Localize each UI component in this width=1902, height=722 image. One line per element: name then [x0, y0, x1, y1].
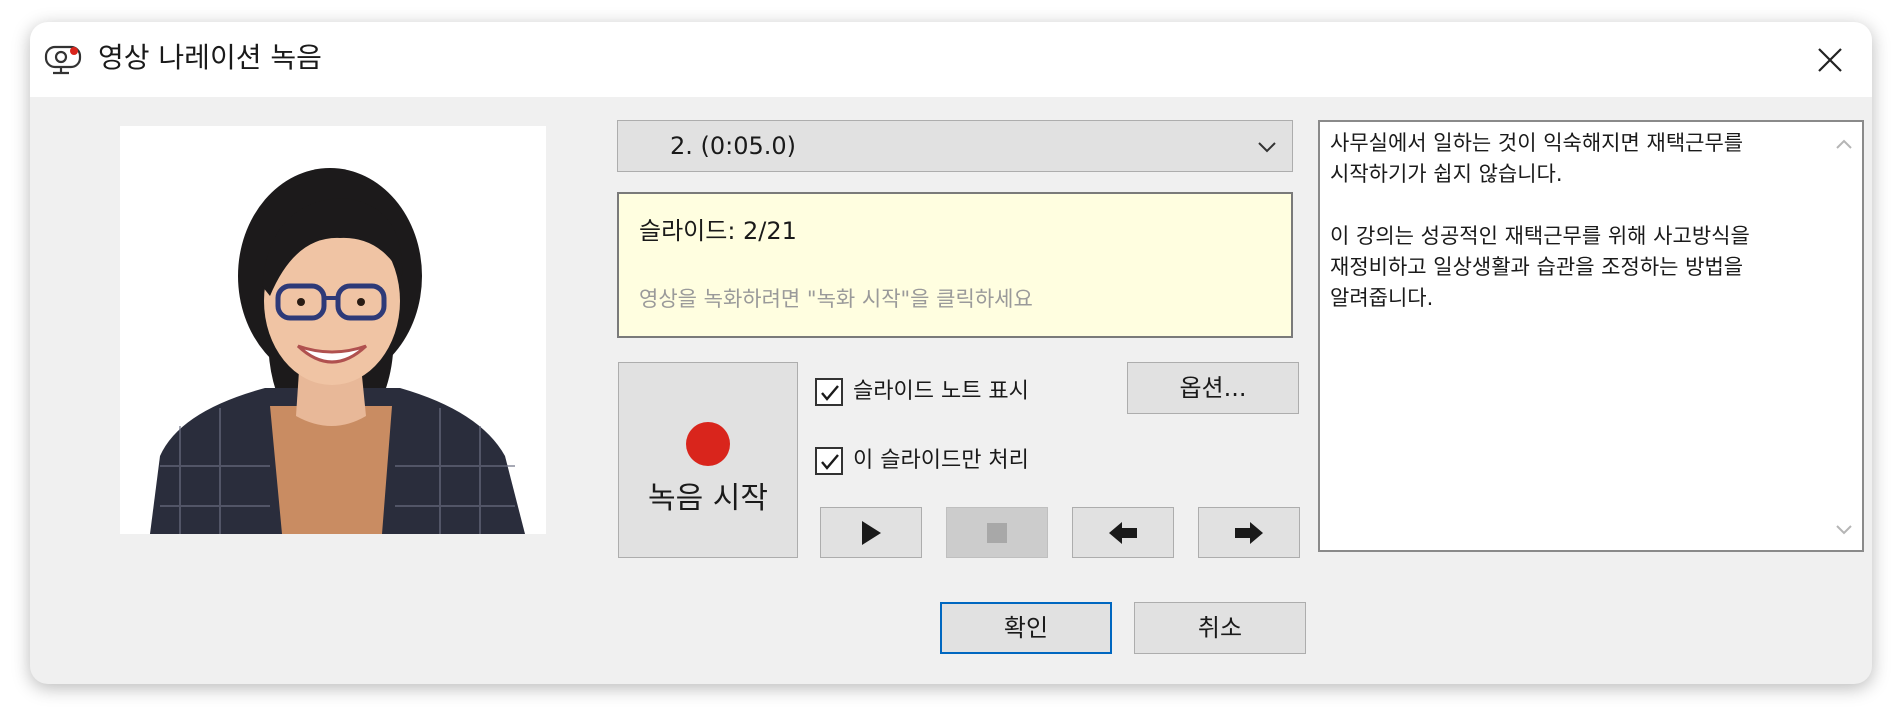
- only-this-slide-checkbox[interactable]: 이 슬라이드만 처리: [815, 445, 1075, 479]
- ok-button[interactable]: 확인: [940, 602, 1112, 654]
- cancel-button[interactable]: 취소: [1134, 602, 1306, 654]
- play-button[interactable]: [820, 507, 922, 558]
- close-button[interactable]: [1804, 34, 1854, 84]
- show-notes-label: 슬라이드 노트 표시: [853, 379, 1029, 404]
- webcam-icon: [44, 42, 84, 76]
- slide-notes-text: 사무실에서 일하는 것이 익숙해지면 재택근무를 시작하기가 쉽지 않습니다. …: [1330, 131, 1750, 310]
- record-dot-icon: [686, 422, 730, 466]
- segment-selected-value: 2. (0:05.0): [670, 132, 797, 160]
- start-recording-label: 녹음 시작: [648, 481, 768, 516]
- arrow-left-icon: [1109, 521, 1137, 544]
- stop-button[interactable]: [946, 507, 1048, 558]
- notes-scrollbar[interactable]: [1826, 122, 1862, 550]
- stop-icon: [987, 522, 1007, 543]
- options-button[interactable]: 옵션...: [1127, 362, 1299, 414]
- slide-info-box: 슬라이드: 2/21 영상을 녹화하려면 "녹화 시작"을 클릭하세요: [617, 192, 1293, 338]
- checkbox-checked-icon: [815, 447, 843, 475]
- next-button[interactable]: [1198, 507, 1300, 558]
- only-this-slide-label: 이 슬라이드만 처리: [853, 448, 1029, 473]
- chevron-up-icon[interactable]: [1835, 138, 1853, 150]
- close-icon: [1818, 48, 1842, 72]
- narration-dialog: 영상 나레이션 녹음 2. (0:05.0) 슬라이드: 2/21 영상을 녹화…: [30, 22, 1872, 684]
- slide-notes-textarea[interactable]: 사무실에서 일하는 것이 익숙해지면 재택근무를 시작하기가 쉽지 않습니다. …: [1318, 120, 1864, 552]
- chevron-down-icon: [1256, 137, 1278, 157]
- window-title: 영상 나레이션 녹음: [98, 41, 322, 74]
- start-recording-button[interactable]: 녹음 시작: [618, 362, 798, 558]
- chevron-down-icon[interactable]: [1835, 524, 1853, 536]
- show-notes-checkbox[interactable]: 슬라이드 노트 표시: [815, 376, 1075, 410]
- checkbox-checked-icon: [815, 378, 843, 406]
- segment-dropdown[interactable]: 2. (0:05.0): [617, 120, 1293, 172]
- presenter-photo: [120, 126, 546, 534]
- previous-button[interactable]: [1072, 507, 1174, 558]
- title-bar: 영상 나레이션 녹음: [30, 22, 1872, 97]
- arrow-right-icon: [1235, 521, 1263, 544]
- slide-counter: 슬라이드: 2/21: [639, 217, 797, 245]
- play-icon: [862, 520, 881, 545]
- record-hint: 영상을 녹화하려면 "녹화 시작"을 클릭하세요: [639, 287, 1033, 311]
